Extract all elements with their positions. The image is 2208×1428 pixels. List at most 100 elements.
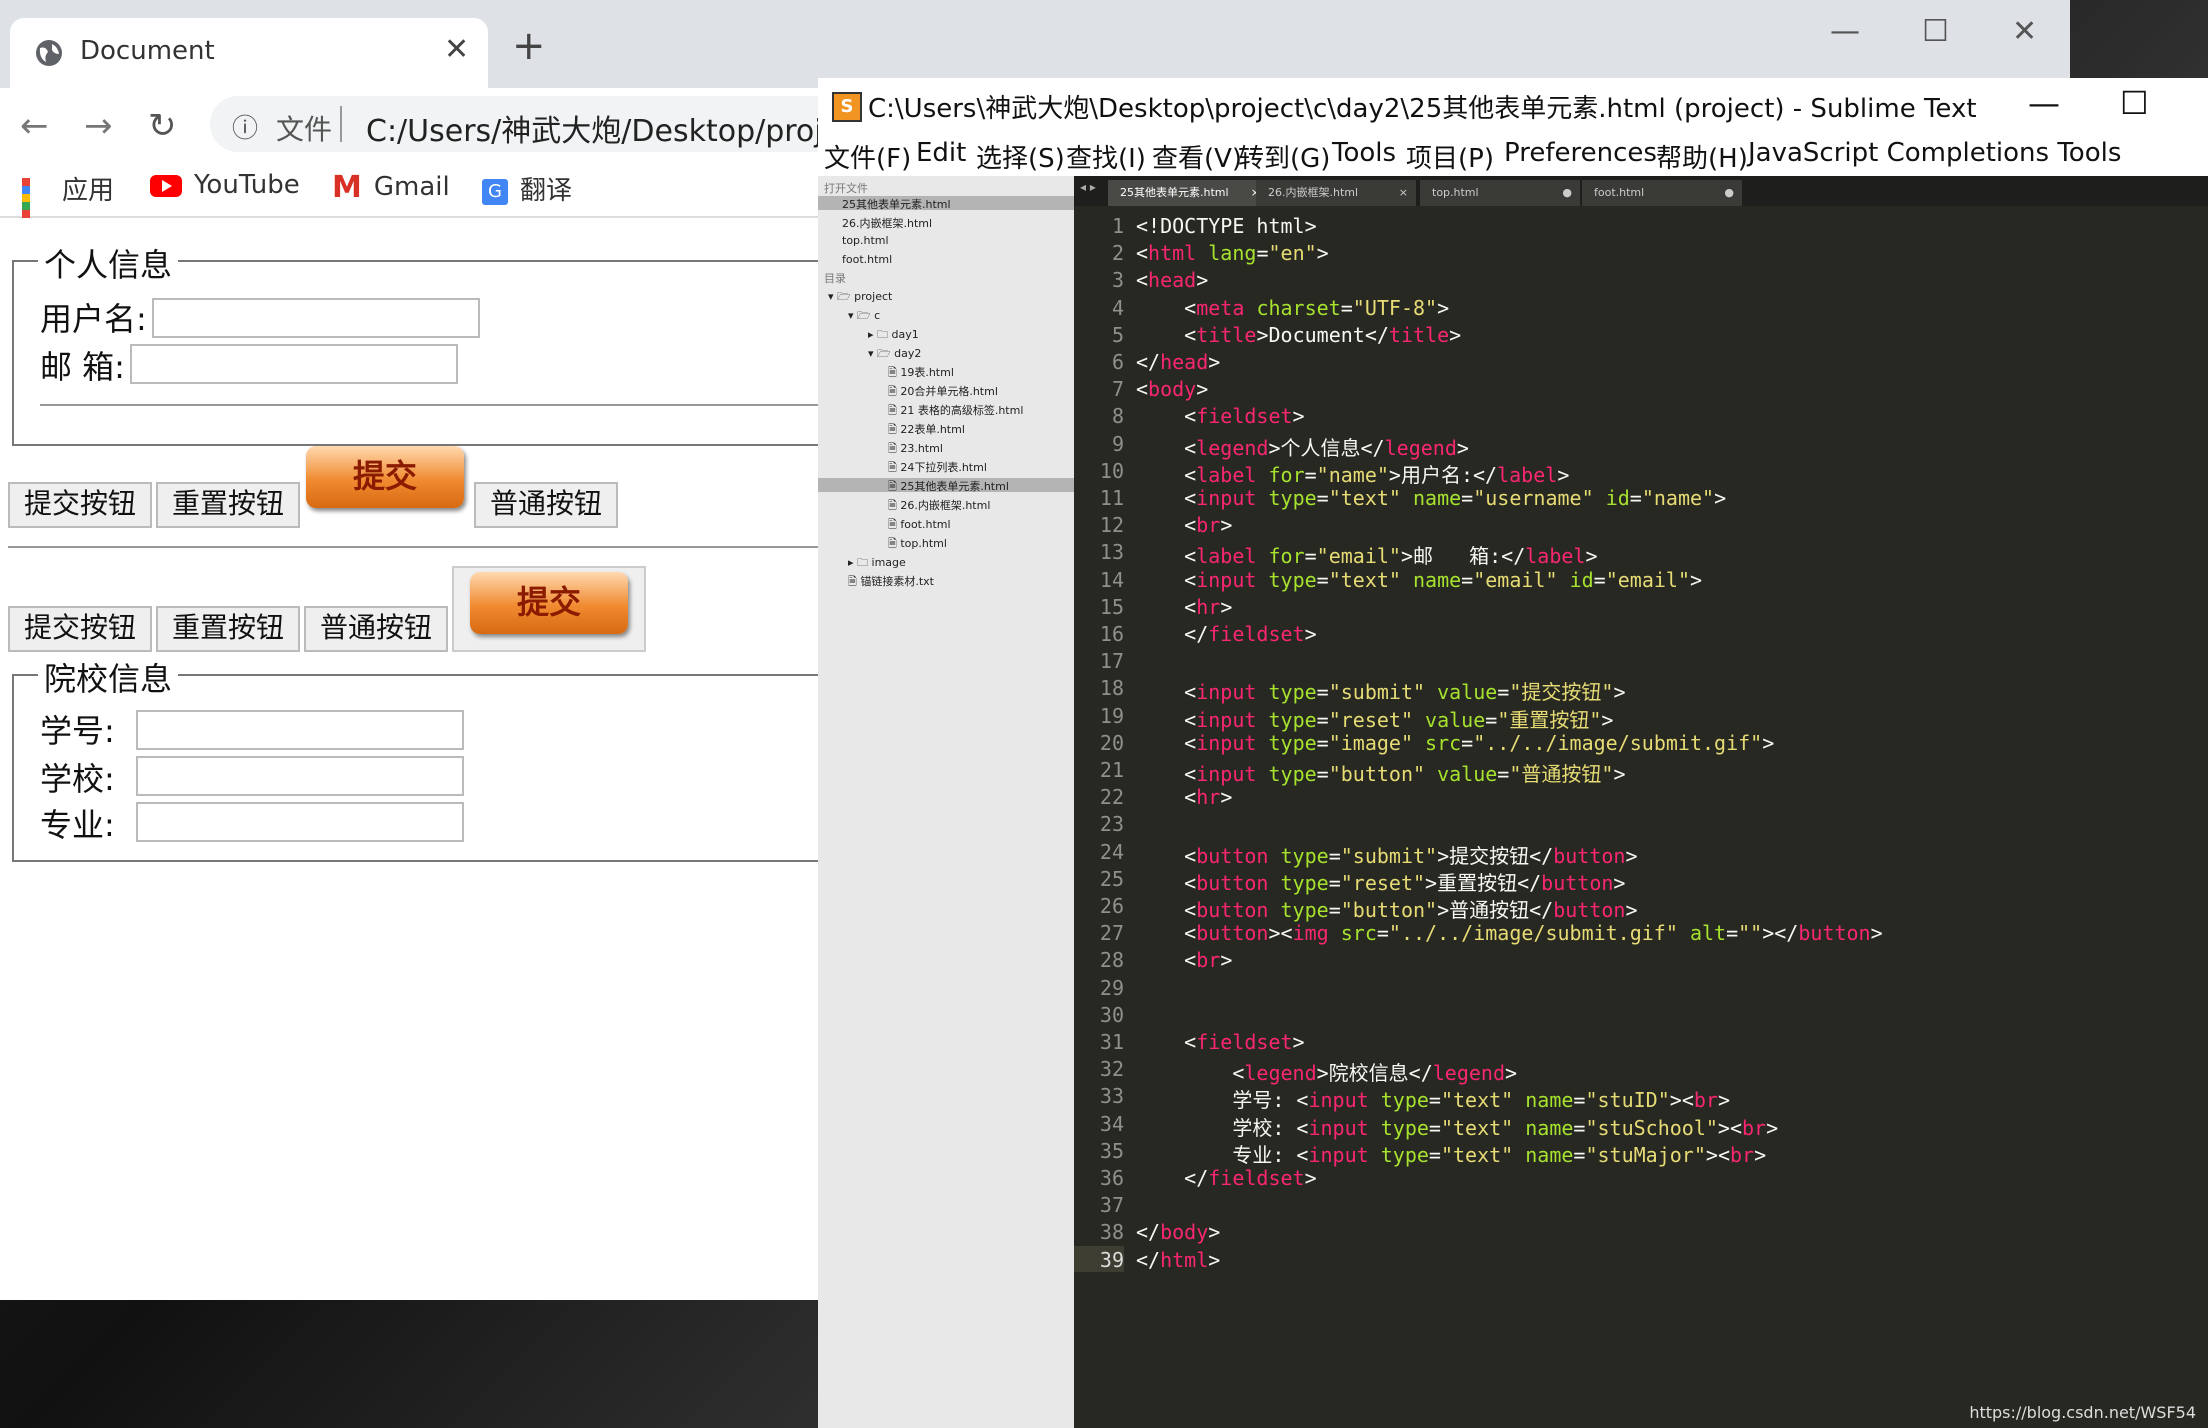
- normal-button[interactable]: 普通按钮: [304, 606, 449, 652]
- tree-item[interactable]: ▾ 🗁 day2: [868, 345, 921, 364]
- code-line[interactable]: <!DOCTYPE html>: [1136, 214, 1317, 238]
- forward-icon[interactable]: →: [84, 106, 113, 146]
- tree-item[interactable]: ▾ 🗁 project: [828, 288, 892, 307]
- bookmark-translate[interactable]: G 翻译: [482, 170, 572, 207]
- close-window-icon[interactable]: ✕: [2012, 14, 2037, 49]
- maximize-icon[interactable]: ☐: [1922, 14, 1949, 49]
- code-line[interactable]: <legend>院校信息</legend>: [1136, 1057, 1517, 1086]
- submit-button[interactable]: 提交按钮: [8, 606, 153, 652]
- editor-tab[interactable]: 26.内嵌框架.html ×: [1256, 180, 1416, 206]
- code-line[interactable]: <button><img src="../../image/submit.gif…: [1136, 921, 1882, 945]
- open-file-item[interactable]: top.html: [842, 234, 889, 247]
- menu-item[interactable]: 查找(I): [1066, 138, 1146, 175]
- reset-button[interactable]: 重置按钮: [156, 606, 301, 652]
- code-editor[interactable]: 1 2 3 4 5 6 7 8 9 10 11 12 13 14 15 16 17 18 19 20 21 22 23 24 2…: [1074, 206, 2208, 1428]
- editor-tab[interactable]: foot.html ●: [1582, 180, 1742, 206]
- code-line[interactable]: <input type="button" value="普通按钮">: [1136, 758, 1625, 787]
- tree-item[interactable]: ▾ 🗁 c: [848, 307, 880, 326]
- code-line[interactable]: <button type="reset">重置按钮</button>: [1136, 867, 1625, 896]
- code-line[interactable]: <button type="submit">提交按钮</button>: [1136, 840, 1637, 869]
- tree-item[interactable]: 🗎 23.html: [888, 440, 943, 459]
- code-line[interactable]: <html lang="en">: [1136, 241, 1329, 265]
- code-line[interactable]: <hr>: [1136, 595, 1232, 619]
- minimize-icon[interactable]: —: [2028, 84, 2060, 122]
- code-line[interactable]: <fieldset>: [1136, 1030, 1304, 1054]
- browser-tab[interactable]: Document ✕: [10, 18, 488, 88]
- code-line[interactable]: <head>: [1136, 268, 1208, 292]
- code-line[interactable]: <button type="button">普通按钮</button>: [1136, 894, 1637, 923]
- tree-item[interactable]: ▸ 🗀 image: [848, 554, 906, 573]
- code-line[interactable]: <input type="text" name="username" id="n…: [1136, 486, 1726, 510]
- open-file-item[interactable]: 25其他表单元素.html: [842, 196, 951, 212]
- code-line[interactable]: <br>: [1136, 948, 1232, 972]
- tree-item[interactable]: ▸ 🗀 day1: [868, 326, 919, 345]
- code-line[interactable]: <fieldset>: [1136, 404, 1304, 428]
- username-input[interactable]: [152, 298, 480, 338]
- submit-input-button[interactable]: 提交按钮: [8, 482, 153, 528]
- bookmark-youtube[interactable]: YouTube: [150, 170, 300, 200]
- code-line[interactable]: <br>: [1136, 513, 1232, 537]
- code-line[interactable]: </fieldset>: [1136, 622, 1316, 646]
- code-line[interactable]: <label for="name">用户名:</label>: [1136, 459, 1569, 488]
- maximize-icon[interactable]: ☐: [2120, 84, 2149, 122]
- tree-item[interactable]: 🗎 锚链接素材.txt: [848, 573, 934, 592]
- menu-item[interactable]: Edit: [916, 138, 966, 168]
- open-file-item[interactable]: foot.html: [842, 253, 892, 266]
- menu-item[interactable]: JavaScript Completions Tools: [1748, 138, 2121, 168]
- tree-item[interactable]: 🗎 26.内嵌框架.html: [888, 497, 990, 516]
- menu-item[interactable]: 文件(F): [824, 138, 911, 175]
- code-line[interactable]: 专业: <input type="text" name="stuMajor"><…: [1136, 1139, 1766, 1168]
- close-tab-icon[interactable]: ×: [1399, 180, 1408, 206]
- code-line[interactable]: <body>: [1136, 377, 1208, 401]
- menu-item[interactable]: 项目(P): [1406, 138, 1494, 175]
- code-line[interactable]: <hr>: [1136, 785, 1232, 809]
- menu-item[interactable]: 帮助(H): [1656, 138, 1748, 175]
- code-line[interactable]: <input type="text" name="email" id="emai…: [1136, 568, 1702, 592]
- code-line[interactable]: <input type="submit" value="提交按钮">: [1136, 676, 1625, 705]
- major-input[interactable]: [136, 802, 464, 842]
- email-input[interactable]: [130, 344, 458, 384]
- reset-input-button[interactable]: 重置按钮: [156, 482, 301, 528]
- editor-tab[interactable]: top.html ●: [1420, 180, 1580, 206]
- tab-nav-icon[interactable]: ◂ ▸: [1080, 180, 1096, 194]
- tree-item[interactable]: 🗎 21 表格的高级标签.html: [888, 402, 1023, 421]
- back-icon[interactable]: ←: [20, 106, 49, 146]
- info-icon[interactable]: ⓘ: [232, 108, 258, 145]
- school-input[interactable]: [136, 756, 464, 796]
- tree-item[interactable]: 🗎 25其他表单元素.html: [888, 478, 1009, 497]
- menu-item[interactable]: Preferences: [1504, 138, 1657, 168]
- open-file-item[interactable]: 26.内嵌框架.html: [842, 215, 932, 231]
- unsaved-dot-icon[interactable]: ●: [1562, 180, 1572, 206]
- editor-tab[interactable]: 25其他表单元素.html×: [1108, 180, 1268, 206]
- tree-item[interactable]: 🗎 top.html: [888, 535, 947, 554]
- code-line[interactable]: <label for="email">邮 箱:</label>: [1136, 540, 1597, 569]
- bookmark-gmail[interactable]: M Gmail: [332, 170, 450, 205]
- code-line[interactable]: </html>: [1136, 1248, 1220, 1272]
- code-line[interactable]: <input type="image" src="../../image/sub…: [1136, 731, 1774, 755]
- menu-item[interactable]: 查看(V): [1152, 138, 1242, 175]
- code-line[interactable]: </body>: [1136, 1220, 1220, 1244]
- student-id-input[interactable]: [136, 710, 464, 750]
- new-tab-icon[interactable]: +: [512, 26, 546, 66]
- close-tab-icon[interactable]: ✕: [444, 32, 469, 67]
- code-line[interactable]: </fieldset>: [1136, 1166, 1316, 1190]
- code-line[interactable]: 学号: <input type="text" name="stuID"><br>: [1136, 1084, 1730, 1113]
- tree-item[interactable]: 🗎 foot.html: [888, 516, 951, 535]
- bookmark-apps[interactable]: 应用: [22, 170, 114, 250]
- tree-item[interactable]: 🗎 24下拉列表.html: [888, 459, 987, 478]
- menu-item[interactable]: 转到(G): [1238, 138, 1330, 175]
- code-line[interactable]: </head>: [1136, 350, 1220, 374]
- minimize-icon[interactable]: —: [1830, 14, 1860, 49]
- code-line[interactable]: <input type="reset" value="重置按钮">: [1136, 704, 1613, 733]
- code-line[interactable]: <legend>个人信息</legend>: [1136, 432, 1469, 461]
- reload-icon[interactable]: ↻: [148, 106, 177, 146]
- menu-item[interactable]: Tools: [1332, 138, 1396, 168]
- tree-item[interactable]: 🗎 19表.html: [888, 364, 954, 383]
- image-submit-button[interactable]: 提交: [306, 446, 464, 508]
- normal-input-button[interactable]: 普通按钮: [474, 482, 619, 528]
- code-line[interactable]: 学校: <input type="text" name="stuSchool">…: [1136, 1112, 1778, 1141]
- menu-item[interactable]: 选择(S): [976, 138, 1065, 175]
- code-line[interactable]: <title>Document</title>: [1136, 323, 1461, 347]
- tree-item[interactable]: 🗎 22表单.html: [888, 421, 965, 440]
- tree-item[interactable]: 🗎 20合并单元格.html: [888, 383, 998, 402]
